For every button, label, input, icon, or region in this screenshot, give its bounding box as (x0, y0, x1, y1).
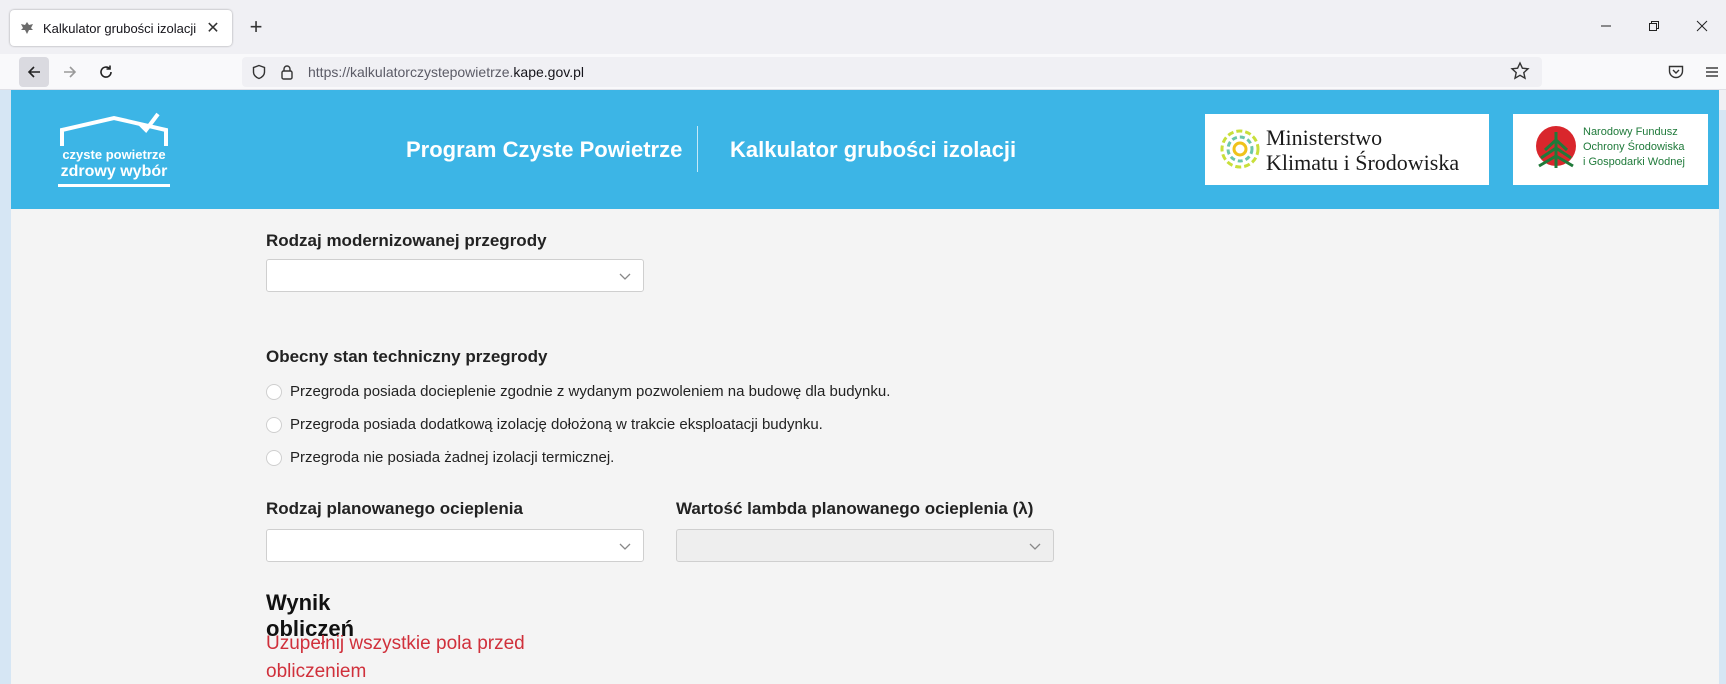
radio-button[interactable] (266, 449, 282, 466)
state-option-2[interactable]: Przegroda posiada dodatkową izolację doł… (266, 416, 823, 433)
state-option-text: Przegroda nie posiada żadnej izolacji te… (290, 449, 615, 466)
page-content: czyste powietrze zdrowy wybór Program Cz… (11, 90, 1719, 684)
insulation-type-label: Rodzaj planowanego ocieplenia (266, 499, 523, 518)
eagle-favicon-icon (20, 21, 34, 35)
forward-arrow-icon[interactable] (55, 57, 85, 87)
result-error-message: Uzupełnij wszystkie pola przed obliczeni… (266, 633, 525, 682)
close-tab-icon[interactable]: ✕ (204, 18, 222, 38)
chevron-down-icon (1029, 543, 1041, 550)
pocket-icon[interactable] (1664, 60, 1688, 84)
partition-type-select[interactable] (266, 259, 644, 292)
browser-nav-bar: https://kalkulatorczystepowietrze.kape.g… (0, 54, 1726, 90)
bookmark-star-icon[interactable] (1510, 61, 1530, 86)
chevron-down-icon (619, 543, 631, 550)
new-tab-icon[interactable]: + (244, 14, 268, 42)
nav-separator (697, 126, 698, 172)
lambda-label: Wartość lambda planowanego ocieplenia (λ… (676, 499, 1034, 518)
nav-link-calculator[interactable]: Kalkulator grubości izolacji (730, 137, 1016, 163)
address-bar[interactable]: https://kalkulatorczystepowietrze.kape.g… (242, 57, 1542, 87)
close-window-icon[interactable] (1678, 8, 1726, 44)
restore-icon[interactable] (1630, 8, 1678, 44)
scrollbar-up-arrow[interactable] (1719, 90, 1726, 110)
url-text: https://kalkulatorczystepowietrze.kape.g… (308, 64, 584, 80)
minimize-icon[interactable] (1582, 8, 1630, 44)
shield-icon[interactable] (248, 61, 270, 83)
state-label: Obecny stan techniczny przegrody (266, 347, 548, 366)
lock-icon[interactable] (276, 61, 298, 83)
fund-name: Narodowy Fundusz Ochrony Środowiska i Go… (1583, 126, 1685, 168)
czyste-powietrze-logo[interactable]: czyste powietrze zdrowy wybór (58, 110, 170, 187)
radio-button[interactable] (266, 383, 282, 400)
house-check-icon (60, 112, 168, 146)
browser-tab[interactable]: Kalkulator grubości izolacji ✕ (10, 10, 232, 46)
ministry-swirl-icon (1220, 129, 1260, 169)
window-controls (1582, 8, 1726, 44)
browser-tab-bar: Kalkulator grubości izolacji ✕ + (0, 0, 1726, 54)
state-option-1[interactable]: Przegroda posiada docieplenie zgodnie z … (266, 383, 890, 400)
back-arrow-icon[interactable] (19, 57, 49, 87)
state-option-text: Przegroda posiada docieplenie zgodnie z … (290, 383, 891, 400)
ministry-logo[interactable]: Ministerstwo Klimatu i Środowiska (1205, 114, 1489, 185)
menu-icon[interactable] (1700, 60, 1724, 84)
logo-underline (58, 184, 170, 187)
site-header: czyste powietrze zdrowy wybór Program Cz… (11, 90, 1719, 209)
ministry-name: Ministerstwo Klimatu i Środowiska (1266, 125, 1460, 175)
chevron-down-icon (619, 273, 631, 280)
nfosigw-logo[interactable]: Narodowy Fundusz Ochrony Środowiska i Go… (1513, 114, 1708, 185)
fund-tree-icon (1536, 126, 1576, 168)
tab-title: Kalkulator grubości izolacji (43, 20, 197, 36)
partition-type-label: Rodzaj modernizowanej przegrody (266, 231, 547, 250)
logo-text: czyste powietrze zdrowy wybór (60, 147, 168, 180)
state-option-text: Przegroda posiada dodatkową izolację doł… (290, 416, 823, 433)
nav-link-program[interactable]: Program Czyste Powietrze (406, 137, 682, 163)
insulation-type-select[interactable] (266, 529, 644, 562)
state-option-3[interactable]: Przegroda nie posiada żadnej izolacji te… (266, 449, 614, 466)
radio-button[interactable] (266, 416, 282, 433)
lambda-select[interactable] (676, 529, 1054, 562)
reload-icon[interactable] (91, 57, 121, 87)
